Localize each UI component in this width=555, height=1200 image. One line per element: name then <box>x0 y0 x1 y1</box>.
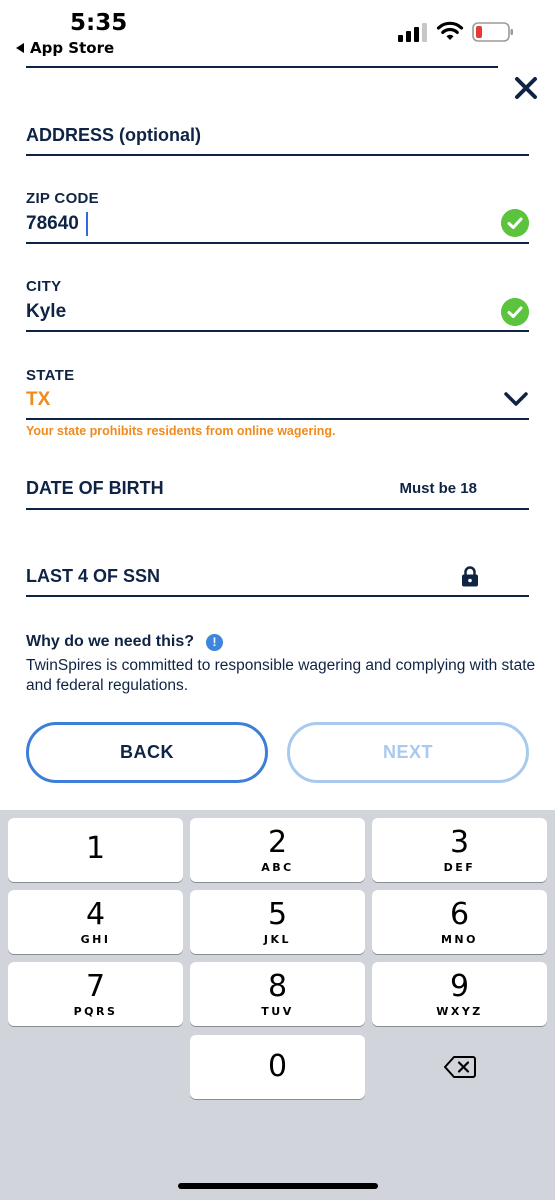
state-error-message: Your state prohibits residents from onli… <box>26 424 336 438</box>
status-bar: 5:35 App Store <box>0 0 555 60</box>
key-letters: TUV <box>261 1004 294 1018</box>
key-5[interactable]: 5 JKL <box>190 890 365 954</box>
cellular-signal-icon <box>398 23 427 42</box>
key-1[interactable]: 1 <box>8 818 183 882</box>
state-select[interactable]: STATE TX <box>26 362 529 420</box>
address-placeholder: ADDRESS (optional) <box>26 125 201 145</box>
city-value: Kyle <box>26 301 67 322</box>
why-info-heading: Why do we need this? ! <box>26 633 224 651</box>
check-circle-icon <box>501 209 529 237</box>
key-9[interactable]: 9 WXYZ <box>372 962 547 1026</box>
key-letters: DEF <box>443 860 476 874</box>
backspace-icon <box>443 1056 476 1078</box>
back-to-app-label: App Store <box>30 39 115 57</box>
key-letters: WXYZ <box>436 1004 483 1018</box>
key-digit: 5 <box>267 896 288 932</box>
key-digit: 4 <box>85 896 106 932</box>
next-button[interactable]: NEXT <box>287 722 529 783</box>
key-digit: 0 <box>267 1049 288 1084</box>
key-digit: 2 <box>267 824 288 860</box>
delete-key[interactable] <box>372 1035 547 1099</box>
info-icon[interactable]: ! <box>206 633 224 651</box>
chevron-down-icon[interactable] <box>503 390 529 408</box>
status-time: 5:35 <box>70 10 128 36</box>
zip-code-value: 78640 <box>26 213 79 234</box>
key-0[interactable]: 0 <box>190 1035 365 1099</box>
state-label: STATE <box>26 367 75 384</box>
text-cursor <box>86 212 88 236</box>
key-digit: 6 <box>449 896 470 932</box>
wifi-icon <box>436 21 464 40</box>
key-letters: GHI <box>80 932 111 946</box>
close-icon[interactable] <box>512 74 540 102</box>
key-6[interactable]: 6 MNO <box>372 890 547 954</box>
key-digit: 7 <box>85 968 106 1004</box>
key-digit: 1 <box>85 831 106 866</box>
back-to-app-store[interactable]: App Store <box>16 39 114 57</box>
city-label: CITY <box>26 278 62 295</box>
key-7[interactable]: 7 PQRS <box>8 962 183 1026</box>
key-digit: 8 <box>267 968 288 1004</box>
city-field[interactable]: CITY Kyle <box>26 274 529 332</box>
zip-code-field[interactable]: ZIP CODE 78640 <box>26 186 529 244</box>
battery-low-icon <box>472 22 513 42</box>
key-digit: 9 <box>449 968 470 1004</box>
key-letters: PQRS <box>73 1004 118 1018</box>
state-value: TX <box>26 389 51 410</box>
previous-field-underline <box>26 66 498 68</box>
why-info-text: TwinSpires is committed to responsible w… <box>26 657 536 694</box>
back-button[interactable]: BACK <box>26 722 268 783</box>
key-digit: 3 <box>449 824 470 860</box>
date-of-birth-field[interactable]: DATE OF BIRTH Must be 18 <box>26 470 529 510</box>
why-info-title: Why do we need this? <box>26 633 195 650</box>
key-8[interactable]: 8 TUV <box>190 962 365 1026</box>
lock-icon <box>462 566 478 587</box>
ssn-last4-field[interactable]: LAST 4 OF SSN <box>26 558 529 597</box>
check-circle-icon <box>501 298 529 326</box>
zip-code-label: ZIP CODE <box>26 190 99 207</box>
key-4[interactable]: 4 GHI <box>8 890 183 954</box>
address-field[interactable]: ADDRESS (optional) <box>26 118 529 156</box>
key-2[interactable]: 2 ABC <box>190 818 365 882</box>
key-letters: MNO <box>440 932 478 946</box>
key-3[interactable]: 3 DEF <box>372 818 547 882</box>
home-indicator <box>178 1183 378 1189</box>
date-of-birth-placeholder: DATE OF BIRTH <box>26 478 164 498</box>
ssn-placeholder: LAST 4 OF SSN <box>26 566 161 586</box>
key-letters: ABC <box>261 860 294 874</box>
age-requirement-hint: Must be 18 <box>399 480 477 497</box>
key-letters: JKL <box>263 932 292 946</box>
back-triangle-icon <box>16 43 24 53</box>
